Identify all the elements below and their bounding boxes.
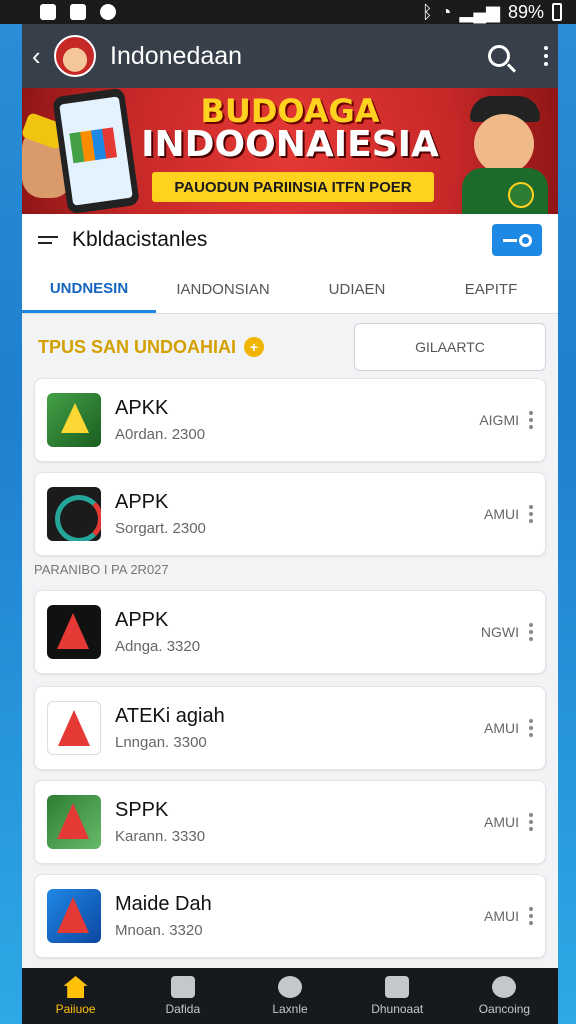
mascot-illustration bbox=[462, 96, 548, 214]
tab-3[interactable]: UDIAEN bbox=[290, 266, 424, 313]
bottom-navigation: Paiiuoe Dafida Laxnle Dhunoaat Oancoing bbox=[22, 968, 558, 1024]
app-bar: ‹ Indonedaan bbox=[22, 24, 558, 88]
app-badge: AIGMI bbox=[479, 412, 519, 428]
nav-label: Dhunoaat bbox=[371, 1002, 424, 1016]
filter-row: TPUS SAN UNDOAHIAI + GILAARTC bbox=[22, 314, 558, 380]
app-subtitle: Adnga. 3320 bbox=[115, 638, 201, 655]
notification-icon bbox=[40, 4, 56, 20]
nav-label: Laxnle bbox=[272, 1002, 308, 1016]
white-arrow-icon bbox=[47, 701, 101, 755]
tab-4[interactable]: EAPITF bbox=[424, 266, 558, 313]
app-title: Indonedaan bbox=[110, 41, 243, 70]
list-item[interactable]: APPK Adnga. 3320 NGWI bbox=[34, 590, 546, 674]
list-item[interactable]: APPK Sorgart. 2300 AMUI bbox=[34, 472, 546, 556]
back-icon[interactable]: ‹ bbox=[32, 41, 54, 72]
app-subtitle: Lnngan. 3300 bbox=[115, 734, 207, 751]
sync-icon bbox=[100, 4, 116, 20]
network-icon bbox=[492, 976, 517, 998]
avatar[interactable] bbox=[54, 35, 96, 77]
wifi-icon: ◔ bbox=[440, 1, 452, 22]
battery-percent: 89% bbox=[507, 1, 544, 22]
app-badge: NGWI bbox=[480, 624, 519, 640]
app-badge: AMUI bbox=[484, 814, 519, 830]
nav-item-network[interactable]: Oancoing bbox=[451, 968, 558, 1024]
overflow-menu-icon[interactable] bbox=[544, 46, 548, 66]
list-item[interactable]: ATEKi agiah Lnngan. 3300 AMUI bbox=[34, 686, 546, 770]
more-options-icon[interactable] bbox=[529, 719, 533, 737]
home-icon bbox=[63, 976, 88, 998]
more-options-icon[interactable] bbox=[529, 907, 533, 925]
app-screen: ‹ Indonedaan BUDOAGA INDOONAIESIA PAUODU… bbox=[22, 24, 558, 1024]
nav-item-book[interactable]: Dhunoaat bbox=[344, 968, 451, 1024]
status-icons-right: ᛒ ◔ ▂▄▆ 89% bbox=[422, 2, 562, 23]
tab-bar: UNDNESIN IANDONSIAN UDIAEN EAPITF bbox=[22, 266, 558, 314]
filter-label: TPUS SAN UNDOAHIAI + bbox=[38, 337, 354, 358]
app-subtitle: Karann. 3330 bbox=[115, 828, 206, 845]
app-name: APPK bbox=[115, 609, 169, 631]
filter-label-text: TPUS SAN UNDOAHIAI bbox=[38, 336, 237, 357]
status-icons-left bbox=[40, 4, 116, 20]
app-badge: AMUI bbox=[484, 506, 519, 522]
app-subtitle: Sorgart. 2300 bbox=[115, 520, 206, 537]
book-icon bbox=[385, 976, 410, 998]
more-options-icon[interactable] bbox=[529, 623, 533, 641]
search-icon[interactable] bbox=[488, 45, 510, 67]
more-options-icon[interactable] bbox=[529, 813, 533, 831]
list-item[interactable]: Maide Dah Mnoan. 3320 AMUI bbox=[34, 874, 546, 958]
box-icon bbox=[170, 976, 195, 998]
green-play-icon bbox=[47, 393, 101, 447]
bluetooth-icon: ᛒ bbox=[421, 1, 433, 22]
list-item[interactable]: SPPK Karann. 3330 AMUI bbox=[34, 780, 546, 864]
battery-icon bbox=[552, 3, 562, 21]
dark-arrow-icon bbox=[47, 605, 101, 659]
nav-item-box[interactable]: Dafida bbox=[129, 968, 236, 1024]
app-name: SPPK bbox=[115, 799, 169, 821]
tab-1[interactable]: UNDNESIN bbox=[22, 266, 156, 313]
nav-label: Oancoing bbox=[478, 1002, 531, 1016]
nav-label: Dafida bbox=[165, 1002, 201, 1016]
app-badge: AMUI bbox=[484, 908, 519, 924]
tab-2[interactable]: IANDONSIAN bbox=[156, 266, 290, 313]
list-title: Kbldacistanles bbox=[72, 228, 208, 251]
filter-button[interactable]: GILAARTC bbox=[354, 323, 546, 371]
list-item[interactable]: APKK A0rdan. 2300 AIGMI bbox=[34, 378, 546, 462]
signal-icon: ▂▄▆ bbox=[459, 1, 500, 22]
list-header: Kbldacistanles bbox=[22, 214, 558, 266]
section-label: PARANIBO I PA 2R027 bbox=[34, 562, 169, 577]
promo-banner[interactable]: BUDOAGA INDOONAIESIA PAUODUN PARIINSIA I… bbox=[22, 88, 558, 214]
app-name: Maide Dah bbox=[115, 893, 212, 915]
nav-label: Paiiuoe bbox=[55, 1002, 96, 1016]
blue-arrow-icon bbox=[47, 889, 101, 943]
nav-item-home[interactable]: Paiiuoe bbox=[22, 968, 129, 1024]
status-bar: ᛒ ◔ ▂▄▆ 89% bbox=[0, 0, 576, 24]
badge-illustration bbox=[508, 182, 534, 208]
more-options-icon[interactable] bbox=[529, 411, 533, 429]
app-name: APKK bbox=[115, 397, 169, 419]
app-badge: AMUI bbox=[484, 720, 519, 736]
more-options-icon[interactable] bbox=[529, 505, 533, 523]
nav-item-circle[interactable]: Laxnle bbox=[236, 968, 343, 1024]
circle-icon bbox=[278, 976, 302, 998]
app-name: APPK bbox=[115, 491, 169, 513]
banner-ribbon: PAUODUN PARIINSIA ITFN POER bbox=[152, 172, 434, 202]
green-arrow-icon bbox=[47, 795, 101, 849]
info-icon[interactable]: + bbox=[244, 337, 265, 357]
app-name: ATEKi agiah bbox=[115, 705, 225, 727]
toggle-button[interactable] bbox=[492, 224, 542, 256]
app-subtitle: Mnoan. 3320 bbox=[115, 922, 203, 939]
dark-circle-icon bbox=[47, 487, 101, 541]
app-subtitle: A0rdan. 2300 bbox=[115, 426, 206, 443]
sort-icon[interactable] bbox=[38, 232, 58, 248]
image-notification-icon bbox=[70, 4, 86, 20]
